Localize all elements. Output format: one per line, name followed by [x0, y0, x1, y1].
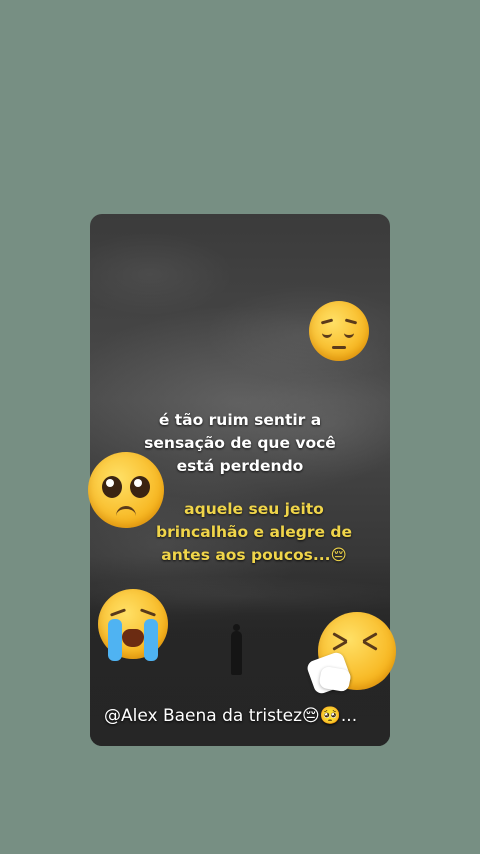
caption-line: é tão ruim sentir a [158, 411, 322, 429]
caption-line: antes aos poucos...😔 [161, 546, 347, 564]
lonely-person-silhouette [229, 624, 243, 676]
pleading-face-icon [88, 452, 164, 528]
sneezing-face-icon [305, 612, 396, 696]
loudly-crying-face-icon [98, 589, 168, 661]
pensive-face-icon [309, 301, 369, 361]
author-footer[interactable]: @Alex Baena da tristez😔🥺... [104, 706, 390, 726]
